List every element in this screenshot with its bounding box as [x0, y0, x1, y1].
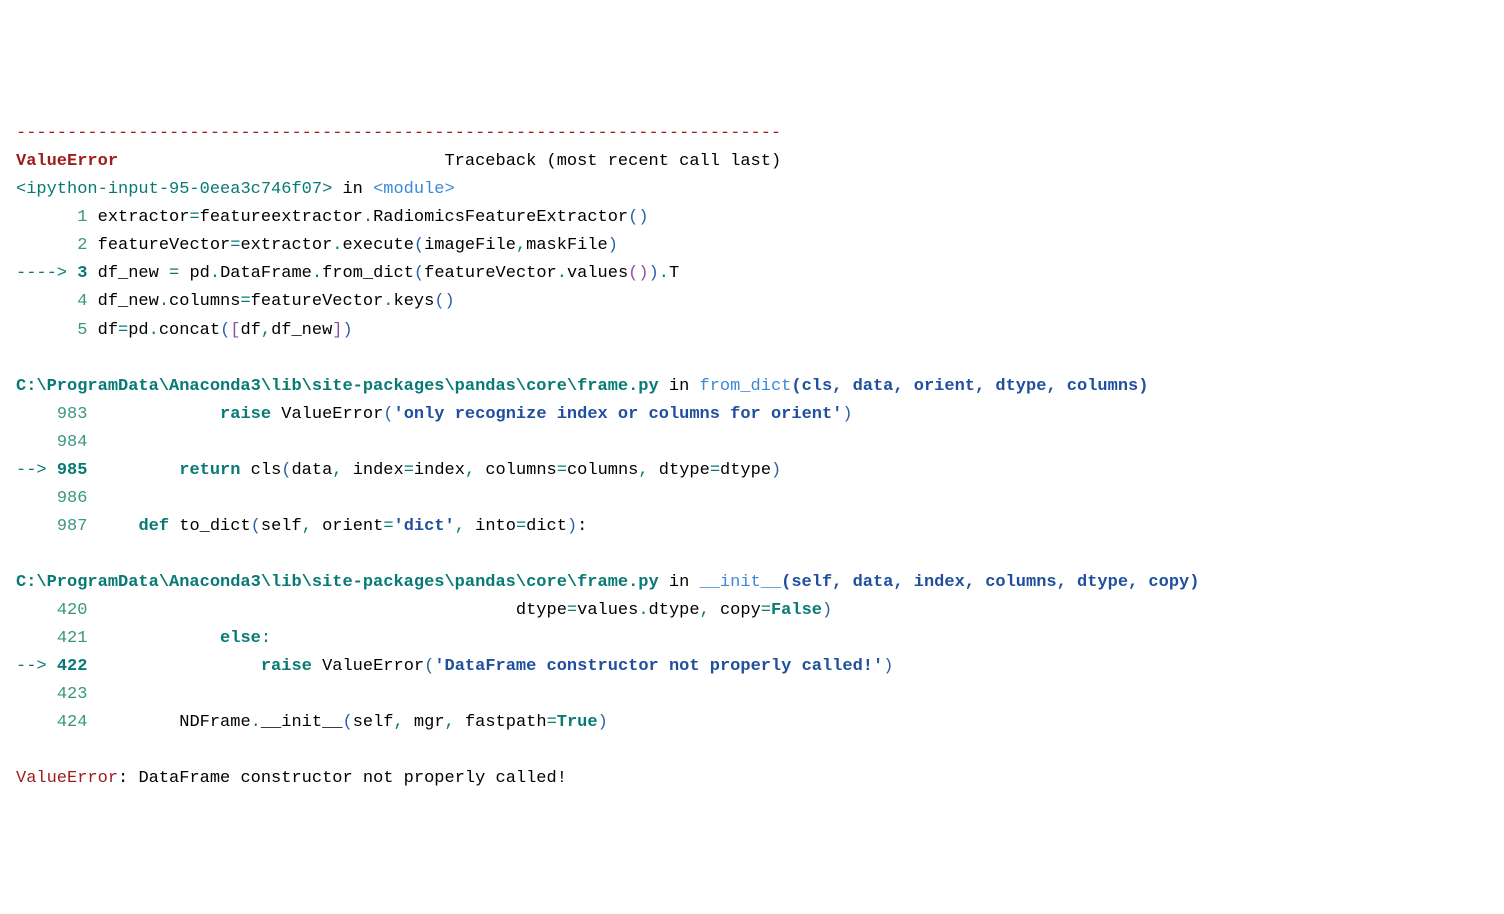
code-line-422-current: --> 422 raise ValueError('DataFrame cons… — [16, 657, 893, 676]
final-error-message: DataFrame constructor not properly calle… — [138, 769, 566, 788]
traceback-label: Traceback (most recent call last) — [444, 152, 781, 171]
code-line-1: 1 extractor=featureextractor.RadiomicsFe… — [16, 208, 649, 227]
ipython-input-open: < — [16, 180, 26, 199]
module-open: < — [373, 180, 383, 199]
in-text: in — [332, 180, 373, 199]
ipython-input-id: ipython-input-95-0eea3c746f07 — [26, 180, 322, 199]
code-line-983: 983 raise ValueError('only recognize ind… — [16, 405, 853, 424]
code-line-986: 986 — [16, 489, 87, 508]
module-close: > — [445, 180, 455, 199]
code-line-984: 984 — [16, 433, 87, 452]
code-line-4: 4 df_new.columns=featureVector.keys() — [16, 292, 455, 311]
module-text: module — [383, 180, 444, 199]
spacer — [118, 152, 444, 171]
code-line-424: 424 NDFrame.__init__(self, mgr, fastpath… — [16, 713, 608, 732]
code-line-987: 987 def to_dict(self, orient='dict', int… — [16, 517, 587, 536]
code-line-420: 420 dtype=values.dtype, copy=False) — [16, 601, 832, 620]
code-line-423: 423 — [16, 685, 87, 704]
code-line-5: 5 df=pd.concat([df,df_new]) — [16, 321, 353, 340]
final-error-name: ValueError — [16, 769, 118, 788]
error-type-header: ValueError — [16, 152, 118, 171]
traceback-separator: ----------------------------------------… — [16, 124, 781, 143]
code-line-985-current: --> 985 return cls(data, index=index, co… — [16, 461, 781, 480]
ipython-input-close: > — [322, 180, 332, 199]
frame2-header: C:\ProgramData\Anaconda3\lib\site-packag… — [16, 377, 1148, 396]
frame3-header: C:\ProgramData\Anaconda3\lib\site-packag… — [16, 573, 1199, 592]
code-line-421: 421 else: — [16, 629, 271, 648]
code-line-2: 2 featureVector=extractor.execute(imageF… — [16, 236, 618, 255]
code-line-3-current: ----> 3 df_new = pd.DataFrame.from_dict(… — [16, 264, 679, 283]
final-error-colon: : — [118, 769, 138, 788]
